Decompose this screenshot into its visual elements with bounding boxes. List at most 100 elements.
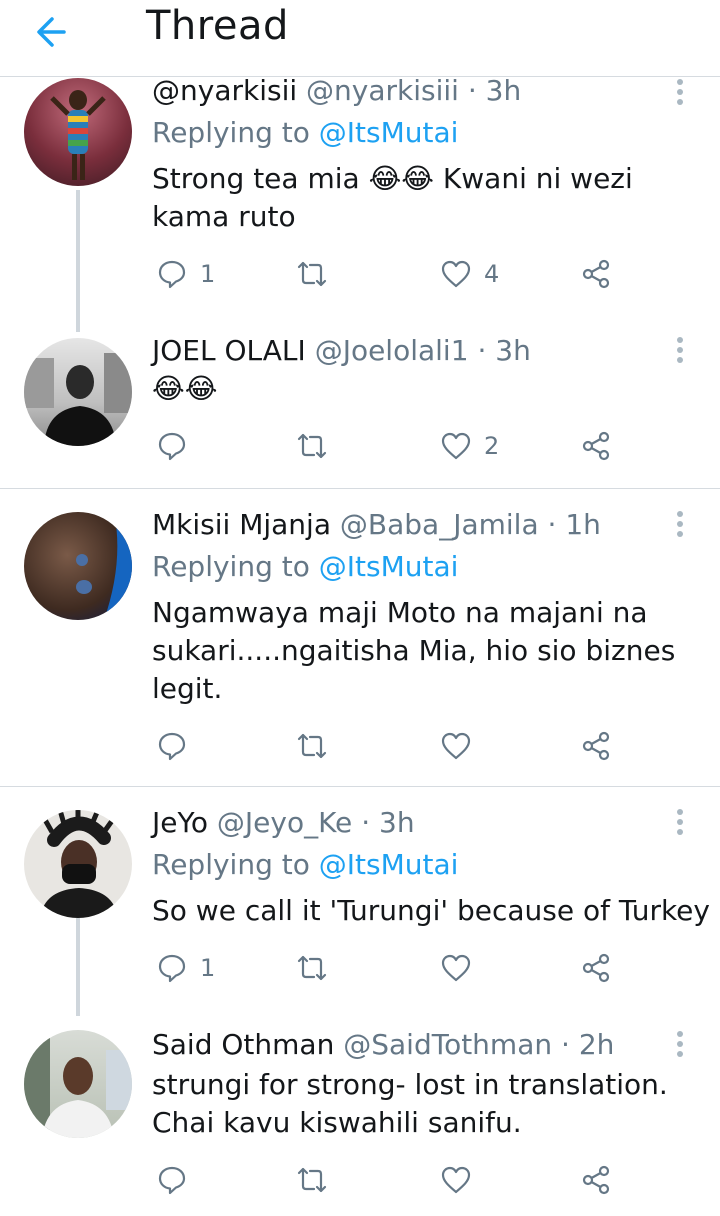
- retweet-button[interactable]: [296, 948, 340, 988]
- reply-button[interactable]: [156, 726, 200, 766]
- separator-dot: ·: [477, 334, 496, 367]
- retweet-button[interactable]: [296, 726, 340, 766]
- like-button[interactable]: [440, 726, 484, 766]
- like-button[interactable]: [440, 948, 484, 988]
- action-bar: 1: [156, 948, 636, 988]
- retweet-button[interactable]: [296, 426, 340, 466]
- avatar[interactable]: [24, 338, 132, 446]
- heart-icon: [441, 732, 471, 760]
- author-handle[interactable]: @Baba_Jamila: [340, 508, 539, 541]
- share-button[interactable]: [580, 726, 612, 766]
- reply-button[interactable]: 1: [156, 254, 215, 294]
- app-header: Thread: [0, 0, 720, 77]
- reply-icon: [158, 954, 186, 983]
- like-button[interactable]: 4: [440, 254, 499, 294]
- reply-count: 1: [200, 260, 216, 288]
- avatar[interactable]: [24, 78, 132, 186]
- avatar[interactable]: [24, 1030, 132, 1138]
- heart-icon: [441, 954, 471, 982]
- action-bar: 1 4: [156, 254, 636, 294]
- share-button[interactable]: [580, 254, 612, 294]
- timestamp: 3h: [495, 334, 531, 367]
- retweet-icon: [297, 733, 327, 759]
- heart-icon: [441, 1166, 471, 1194]
- more-vertical-icon[interactable]: [670, 1024, 690, 1064]
- share-button[interactable]: [580, 948, 612, 988]
- tweet-text: Ngamwaya maji Moto na majani na sukari..…: [152, 596, 676, 705]
- reply-icon: [158, 732, 186, 761]
- arrow-left-icon[interactable]: [30, 8, 78, 56]
- tweet-meta: JeYo @Jeyo_Ke · 3h: [152, 806, 415, 840]
- action-bar: 2: [156, 426, 636, 466]
- author-handle[interactable]: @Jeyo_Ke: [217, 806, 352, 839]
- reply-button[interactable]: [156, 1160, 200, 1200]
- author-handle[interactable]: @Joelolali1: [315, 334, 469, 367]
- separator-dot: ·: [561, 1028, 579, 1061]
- author-handle[interactable]: @nyarkisiii: [306, 74, 459, 107]
- reply-icon: [158, 260, 186, 289]
- replying-to-label: Replying to: [152, 848, 319, 881]
- author-name[interactable]: Mkisii Mjanja: [152, 508, 331, 541]
- timestamp: 3h: [379, 806, 415, 839]
- tweet-meta: @nyarkisii @nyarkisiii · 3h: [152, 74, 521, 108]
- avatar[interactable]: [24, 512, 132, 620]
- more-vertical-icon[interactable]: [670, 72, 690, 112]
- tweet-text: 😂😂: [152, 372, 218, 405]
- like-count: 4: [484, 260, 500, 288]
- replying-to: Replying to @ItsMutai: [152, 116, 458, 150]
- replying-to-label: Replying to: [152, 550, 319, 583]
- timestamp: 1h: [565, 508, 601, 541]
- tweet-meta: Mkisii Mjanja @Baba_Jamila · 1h: [152, 508, 601, 542]
- tweet-text: strungi for strong- lost in translation.…: [152, 1068, 668, 1139]
- page-title: Thread: [146, 3, 289, 49]
- timestamp: 3h: [485, 74, 522, 107]
- author-name[interactable]: @nyarkisii: [152, 74, 297, 107]
- retweet-button[interactable]: [296, 1160, 340, 1200]
- action-bar: [156, 726, 636, 766]
- share-icon: [582, 1165, 610, 1195]
- more-vertical-icon[interactable]: [670, 330, 690, 370]
- share-icon: [582, 259, 610, 289]
- more-vertical-icon[interactable]: [670, 802, 690, 842]
- replying-to: Replying to @ItsMutai: [152, 848, 458, 882]
- reply-icon: [158, 1166, 186, 1195]
- more-vertical-icon[interactable]: [670, 504, 690, 544]
- thread-line: [76, 190, 80, 332]
- tweet-meta: Said Othman @SaidTothman · 2h: [152, 1028, 614, 1062]
- reply-icon: [158, 432, 186, 461]
- tweet-text: Strong tea mia 😂😂 Kwani ni wezi kama rut…: [152, 162, 633, 233]
- share-button[interactable]: [580, 426, 612, 466]
- share-icon: [582, 953, 610, 983]
- share-button[interactable]: [580, 1160, 612, 1200]
- tweet-divider: [0, 488, 720, 489]
- author-name[interactable]: JeYo: [152, 806, 208, 839]
- reply-count: 1: [200, 954, 216, 982]
- author-name[interactable]: Said Othman: [152, 1028, 334, 1061]
- share-icon: [582, 731, 610, 761]
- share-icon: [582, 431, 610, 461]
- avatar[interactable]: [24, 810, 132, 918]
- tweet-divider: [0, 786, 720, 787]
- tweet-meta: JOEL OLALI @Joelolali1 · 3h: [152, 334, 531, 368]
- retweet-icon: [297, 1167, 327, 1193]
- heart-icon: [441, 260, 471, 288]
- tweet-text: So we call it 'Turungi' because of Turke…: [152, 894, 710, 927]
- author-handle[interactable]: @SaidTothman: [343, 1028, 552, 1061]
- replying-to-handle[interactable]: @ItsMutai: [319, 116, 459, 149]
- replying-to-label: Replying to: [152, 116, 319, 149]
- reply-button[interactable]: [156, 426, 200, 466]
- replying-to-handle[interactable]: @ItsMutai: [319, 550, 459, 583]
- separator-dot: ·: [547, 508, 566, 541]
- retweet-icon: [297, 433, 327, 459]
- separator-dot: ·: [467, 74, 486, 107]
- like-button[interactable]: 2: [440, 426, 499, 466]
- replying-to-handle[interactable]: @ItsMutai: [319, 848, 459, 881]
- retweet-icon: [297, 261, 327, 287]
- timestamp: 2h: [578, 1028, 615, 1061]
- retweet-button[interactable]: [296, 254, 340, 294]
- author-name[interactable]: JOEL OLALI: [152, 334, 306, 367]
- like-button[interactable]: [440, 1160, 484, 1200]
- reply-button[interactable]: 1: [156, 948, 215, 988]
- replying-to: Replying to @ItsMutai: [152, 550, 458, 584]
- separator-dot: ·: [361, 806, 380, 839]
